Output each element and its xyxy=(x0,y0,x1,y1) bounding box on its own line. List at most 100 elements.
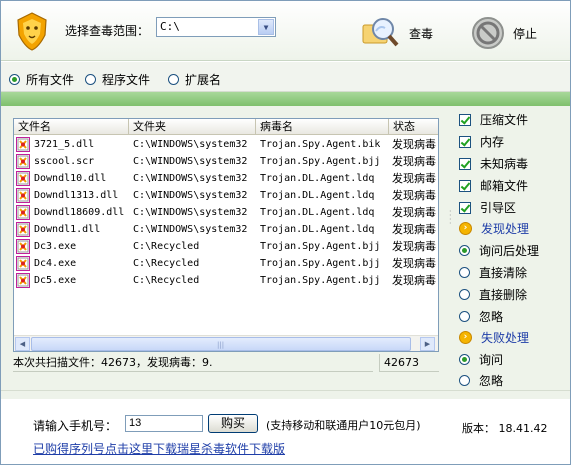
table-row[interactable]: 3721_5.dll C:\WINDOWS\system32 Trojan.Spy.… xyxy=(14,136,438,153)
infected-file-icon xyxy=(16,188,30,203)
found-option-clean[interactable]: 直接清除 xyxy=(459,264,527,281)
found-option-ignore[interactable]: 忽略 xyxy=(459,308,503,325)
option-label: 引导区 xyxy=(480,201,517,215)
cell-status: 发现病毒 xyxy=(392,189,436,202)
table-row[interactable]: Downdl10.dll C:\WINDOWS\system32 Trojan.DL… xyxy=(14,170,438,187)
radio-indicator[interactable] xyxy=(459,245,470,256)
radio-indicator[interactable] xyxy=(459,375,470,386)
cell-status: 发现病毒 xyxy=(392,257,436,270)
radio-indicator[interactable] xyxy=(168,74,179,85)
table-body: 3721_5.dll C:\WINDOWS\system32 Trojan.Spy.… xyxy=(14,136,438,289)
table-row[interactable]: Dc4.exe C:\Recycled Trojan.Spy.Agent.bjj 发现… xyxy=(14,255,438,272)
option-label: 内存 xyxy=(480,135,505,149)
file-type-options: 所有文件 程序文件 扩展名 xyxy=(1,62,570,92)
panel-splitter[interactable]: · · · · xyxy=(447,106,455,390)
infected-file-icon xyxy=(16,137,30,152)
download-link[interactable]: 已购得序列号点击这里下载瑞星杀毒软件下载版 xyxy=(33,440,285,457)
checkbox[interactable] xyxy=(459,179,471,192)
cell-folder: C:\Recycled xyxy=(133,241,200,252)
radio-extension-label: 扩展名 xyxy=(185,73,222,87)
cell-folder: C:\WINDOWS\system32 xyxy=(133,156,248,167)
version-label: 版本： 18.41.42 xyxy=(462,422,548,435)
found-handling-title: 发现处理 xyxy=(481,222,530,236)
infected-file-icon xyxy=(16,239,30,254)
fail-handling-header[interactable]: › 失败处理 xyxy=(459,329,529,346)
column-filename[interactable]: 文件名 xyxy=(14,119,129,135)
option-memory[interactable]: 内存 xyxy=(459,133,504,150)
table-row[interactable]: Downdl1313.dll C:\WINDOWS\system32 Trojan.… xyxy=(14,187,438,204)
scan-count: 42673 xyxy=(379,354,439,372)
cell-status: 发现病毒 xyxy=(392,274,436,287)
table-row[interactable]: Dc3.exe C:\Recycled Trojan.Spy.Agent.bjj 发现… xyxy=(14,238,438,255)
magnifier-folder-icon xyxy=(362,18,399,47)
infected-file-icon xyxy=(16,205,30,220)
found-option-ask[interactable]: 询问后处理 xyxy=(459,242,539,259)
scan-button[interactable]: 查毒 xyxy=(361,13,433,53)
option-label: 询问 xyxy=(479,353,504,367)
found-handling-header[interactable]: › 发现处理 xyxy=(459,220,529,237)
table-row[interactable]: Downdl1.dll C:\WINDOWS\system32 Trojan.DL.… xyxy=(14,221,438,238)
radio-indicator[interactable] xyxy=(459,311,470,322)
infected-file-icon xyxy=(16,222,30,237)
cell-folder: C:\WINDOWS\system32 xyxy=(133,207,248,218)
cell-virus-name: Trojan.Spy.Agent.bjj xyxy=(260,258,381,269)
cell-status: 发现病毒 xyxy=(392,138,436,151)
checkbox[interactable] xyxy=(459,113,471,126)
fail-option-ignore[interactable]: 忽略 xyxy=(459,372,503,389)
table-row[interactable]: Dc5.exe C:\Recycled Trojan.Spy.Agent.bjj 发现… xyxy=(14,272,438,289)
stop-button[interactable]: 停止 xyxy=(471,13,537,53)
option-label: 询问后处理 xyxy=(479,244,540,258)
table-row[interactable]: sscool.scr C:\WINDOWS\system32 Trojan.Spy.… xyxy=(14,153,438,170)
option-label: 直接清除 xyxy=(479,266,528,280)
purchase-panel: 请输入手机号： 13 购买 (支持移动和联通用户10元包月) 版本： 18.41… xyxy=(1,390,570,464)
option-label: 直接删除 xyxy=(479,288,528,302)
results-table[interactable]: 文件名 文件夹 病毒名 状态 3721_5.dll C:\WINDOWS\syst… xyxy=(13,118,439,352)
cell-status: 发现病毒 xyxy=(392,240,436,253)
option-compressed-files[interactable]: 压缩文件 xyxy=(459,111,528,128)
radio-indicator[interactable] xyxy=(459,354,470,365)
option-mailbox-files[interactable]: 邮箱文件 xyxy=(459,177,528,194)
expand-arrow-icon[interactable]: › xyxy=(459,331,472,344)
cell-virus-name: Trojan.DL.Agent.ldq xyxy=(260,190,375,201)
radio-indicator[interactable] xyxy=(85,74,96,85)
radio-program-files[interactable]: 程序文件 xyxy=(85,71,150,88)
phone-label: 请输入手机号： xyxy=(33,419,118,433)
checkbox[interactable] xyxy=(459,157,471,170)
scroll-left-icon[interactable]: ◀ xyxy=(15,337,30,351)
scope-select[interactable]: C:\ ▼ xyxy=(156,17,276,37)
column-status[interactable]: 状态 xyxy=(389,119,438,135)
cell-virus-name: Trojan.DL.Agent.ldq xyxy=(260,207,375,218)
horizontal-scrollbar[interactable]: ◀ ||| ▶ xyxy=(14,335,438,351)
cell-filename: Downdl10.dll xyxy=(34,173,107,184)
radio-indicator[interactable] xyxy=(459,289,470,300)
table-row[interactable]: Downdl18609.dll C:\WINDOWS\system32 Trojan… xyxy=(14,204,438,221)
cell-filename: Dc4.exe xyxy=(34,258,77,269)
expand-arrow-icon[interactable]: › xyxy=(459,222,472,235)
found-option-delete[interactable]: 直接删除 xyxy=(459,286,527,303)
radio-all-files[interactable]: 所有文件 xyxy=(9,71,74,88)
chevron-down-icon[interactable]: ▼ xyxy=(258,19,274,35)
checkbox[interactable] xyxy=(459,201,471,214)
cell-status: 发现病毒 xyxy=(392,155,436,168)
scroll-thumb[interactable]: ||| xyxy=(31,337,411,351)
column-virus-name[interactable]: 病毒名 xyxy=(256,119,389,135)
buy-button[interactable]: 购买 xyxy=(208,414,258,433)
option-unknown-virus[interactable]: 未知病毒 xyxy=(459,155,528,172)
option-boot-sector[interactable]: 引导区 xyxy=(459,199,516,216)
column-folder[interactable]: 文件夹 xyxy=(129,119,256,135)
fail-option-ask[interactable]: 询问 xyxy=(459,351,503,368)
phone-input[interactable]: 13 xyxy=(125,415,203,432)
radio-indicator[interactable] xyxy=(459,267,470,278)
scan-label: 查毒 xyxy=(409,26,434,41)
cell-status: 发现病毒 xyxy=(392,172,436,185)
radio-extension[interactable]: 扩展名 xyxy=(168,71,221,88)
cell-virus-name: Trojan.Spy.Agent.bik xyxy=(260,139,381,150)
infected-file-icon xyxy=(16,171,30,186)
option-label: 邮箱文件 xyxy=(480,179,529,193)
cell-folder: C:\WINDOWS\system32 xyxy=(133,224,248,235)
radio-indicator[interactable] xyxy=(9,74,20,85)
option-label: 忽略 xyxy=(479,374,504,388)
checkbox[interactable] xyxy=(459,135,471,148)
cell-status: 发现病毒 xyxy=(392,206,436,219)
scroll-right-icon[interactable]: ▶ xyxy=(420,337,435,351)
